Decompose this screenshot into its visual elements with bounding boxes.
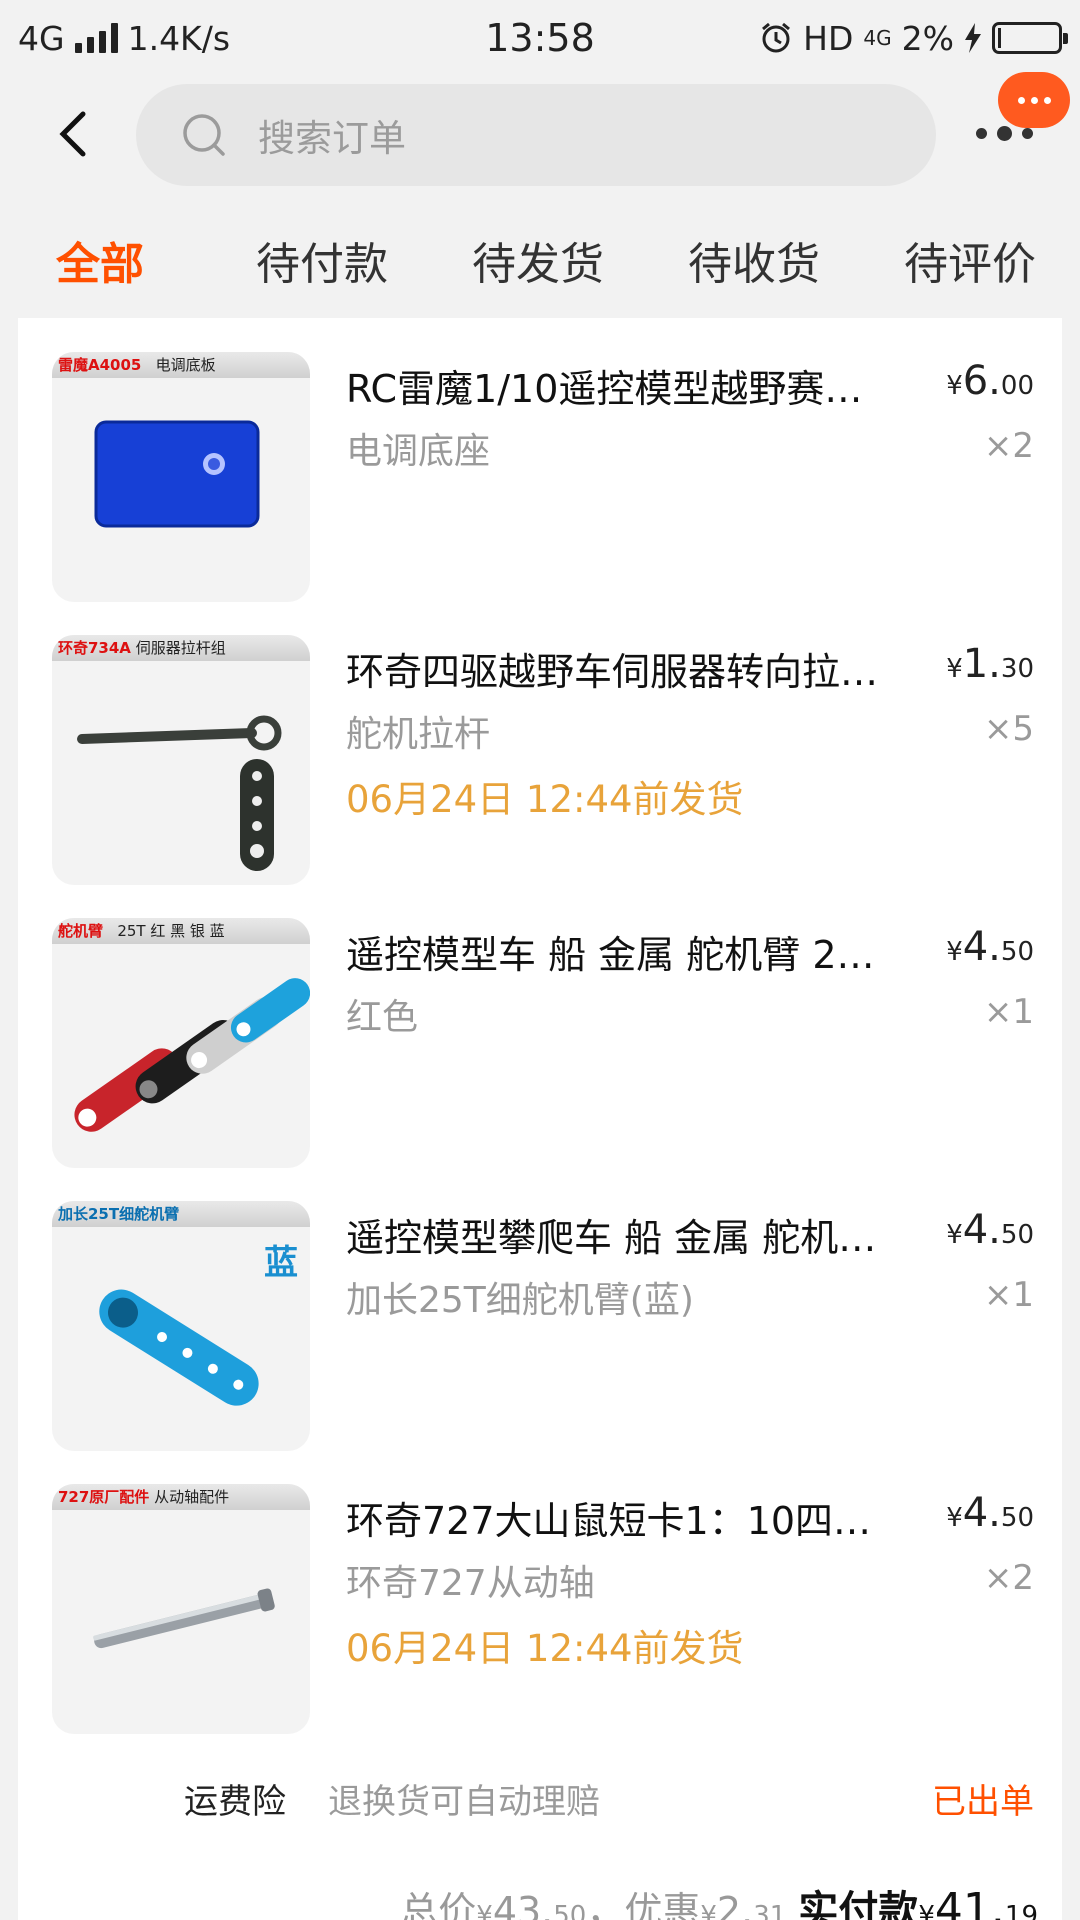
thumb-caption: 电调底板 xyxy=(155,356,216,374)
discount-value: 2. xyxy=(716,1889,754,1920)
alarm-icon xyxy=(762,22,791,53)
order-item[interactable]: 雷魔A4005 电调底板 RC雷魔1/10遥控模型越野赛… ¥6.00 电调底座… xyxy=(18,318,1062,602)
item-variant: 电调底座 xyxy=(346,431,491,472)
paid-value: 41. xyxy=(934,1884,1005,1920)
item-title[interactable]: 遥控模型车 船 金属 舵机臂 2… xyxy=(346,924,926,979)
thumb-brand: 727原厂配件 xyxy=(58,1488,150,1506)
item-variant: 环奇727从动轴 xyxy=(346,1563,595,1604)
thumb-caption: 伺服器拉杆组 xyxy=(135,639,226,657)
shipping-insurance-row[interactable]: 运费险 退换货可自动理赔 已出单 xyxy=(18,1768,1062,1828)
item-quantity: ×5 xyxy=(983,709,1034,749)
product-thumbnail[interactable]: 加长25T细舵机臂 蓝 xyxy=(52,1201,310,1451)
insurance-description: 退换货可自动理赔 xyxy=(328,1782,600,1822)
item-variant: 舵机拉杆 xyxy=(346,714,491,755)
item-title[interactable]: RC雷魔1/10遥控模型越野赛… xyxy=(346,358,926,413)
item-quantity: ×2 xyxy=(983,1558,1034,1598)
product-thumbnail[interactable]: 环奇734A 伺服器拉杆组 xyxy=(52,635,310,885)
search-input[interactable]: 搜索订单 xyxy=(136,84,936,186)
back-arrow-icon xyxy=(59,111,86,157)
tab-pending-shipment[interactable]: 待发货 xyxy=(472,228,604,292)
insurance-status: 已出单 xyxy=(932,1782,1034,1822)
item-price: ¥6.00 xyxy=(946,358,1034,404)
item-title[interactable]: 环奇727大山鼠短卡1：10四… xyxy=(346,1490,926,1545)
product-image xyxy=(94,420,260,528)
battery-icon xyxy=(992,22,1068,54)
status-bar: 4G 1.4K/s 13:58 HD 4G 2% xyxy=(0,0,1080,76)
search-placeholder: 搜索订单 xyxy=(258,117,406,160)
product-thumbnail[interactable]: 727原厂配件 从动轴配件 xyxy=(52,1484,310,1734)
item-price: ¥4.50 xyxy=(946,1207,1034,1253)
thumb-brand: 加长25T细舵机臂 xyxy=(58,1205,180,1223)
search-header: 搜索订单 xyxy=(0,72,1080,190)
thumb-brand: 雷魔A4005 xyxy=(58,356,142,374)
tab-pending-receipt[interactable]: 待收货 xyxy=(688,228,820,292)
more-icon xyxy=(976,126,1033,141)
tab-all[interactable]: 全部 xyxy=(56,228,144,292)
item-price: ¥1.30 xyxy=(946,641,1034,687)
order-item[interactable]: 727原厂配件 从动轴配件 环奇727大山鼠短卡1：10四… ¥4.50 环奇7… xyxy=(18,1450,1062,1734)
total-value: 43. xyxy=(492,1889,554,1920)
item-price: ¥4.50 xyxy=(946,1490,1034,1536)
item-variant: 红色 xyxy=(346,997,419,1038)
order-tabs: 全部 待付款 待发货 待收货 待评价 xyxy=(0,228,1080,300)
charging-icon xyxy=(965,23,981,53)
item-quantity: ×1 xyxy=(983,992,1034,1032)
message-badge-icon xyxy=(998,72,1070,128)
product-thumbnail[interactable]: 雷魔A4005 电调底板 xyxy=(52,352,310,602)
tab-pending-review[interactable]: 待评价 xyxy=(904,228,1036,292)
order-item[interactable]: 加长25T细舵机臂 蓝 遥控模型攀爬车 船 金属 舵机… ¥4.50 加长25T… xyxy=(18,1167,1062,1451)
shipping-deadline: 06月24日 12:44前发货 xyxy=(346,1627,744,1670)
product-image xyxy=(74,978,310,1132)
hd-label: HD xyxy=(803,18,854,58)
shipping-deadline: 06月24日 12:44前发货 xyxy=(346,778,744,821)
tab-pending-payment[interactable]: 待付款 xyxy=(256,228,388,292)
thumb-brand: 舵机臂 xyxy=(58,922,104,940)
network-type-2: 4G xyxy=(863,26,892,50)
discount-label: ，优惠 xyxy=(586,1889,701,1920)
more-button[interactable] xyxy=(970,72,1080,188)
item-quantity: ×1 xyxy=(983,1275,1034,1315)
network-speed: 1.4K/s xyxy=(127,18,231,58)
paid-label: 实付款 xyxy=(798,1888,919,1920)
item-title[interactable]: 遥控模型攀爬车 船 金属 舵机… xyxy=(346,1207,926,1262)
item-variant: 加长25T细舵机臂(蓝) xyxy=(346,1280,694,1321)
order-item[interactable]: 舵机臂 25T 红 黑 银 蓝 遥控模型车 船 金属 舵机臂 2… ¥4.50 … xyxy=(18,884,1062,1168)
battery-percent: 2% xyxy=(901,18,954,58)
order-card: 雷魔A4005 电调底板 RC雷魔1/10遥控模型越野赛… ¥6.00 电调底座… xyxy=(18,318,1062,1920)
item-title[interactable]: 环奇四驱越野车伺服器转向拉… xyxy=(346,641,926,696)
insurance-label: 运费险 xyxy=(184,1782,286,1822)
item-price: ¥4.50 xyxy=(946,924,1034,970)
search-icon xyxy=(183,114,225,156)
back-button[interactable] xyxy=(48,106,98,162)
product-thumbnail[interactable]: 舵机臂 25T 红 黑 银 蓝 xyxy=(52,918,310,1168)
order-totals: 总价¥43.50，优惠¥2.31 实付款¥41.19 xyxy=(400,1878,1038,1920)
thumb-caption: 从动轴配件 xyxy=(154,1488,230,1506)
product-image xyxy=(77,715,282,871)
thumb-brand: 环奇734A xyxy=(58,639,131,657)
product-image xyxy=(99,1289,259,1406)
thumb-caption: 25T 红 黑 银 蓝 xyxy=(117,922,225,940)
signal-icon xyxy=(74,23,118,53)
network-type: 4G xyxy=(18,18,65,58)
total-label: 总价 xyxy=(400,1889,477,1920)
product-image xyxy=(93,1588,275,1649)
order-item[interactable]: 环奇734A 伺服器拉杆组 环奇四驱越野车伺服器转向拉… ¥1.30 舵机拉杆 … xyxy=(18,601,1062,885)
item-quantity: ×2 xyxy=(983,426,1034,466)
